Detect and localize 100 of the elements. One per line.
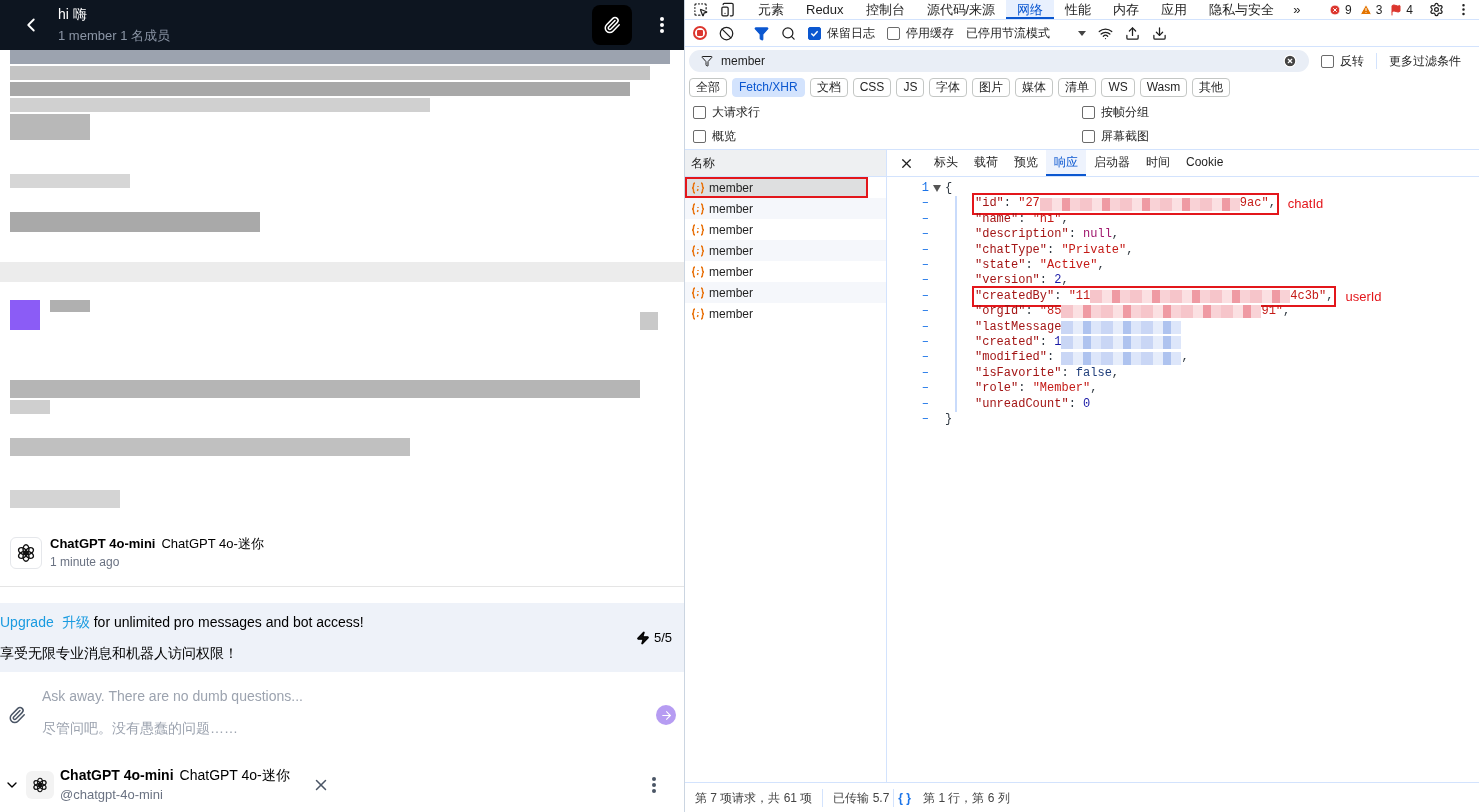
checkbox[interactable] — [693, 129, 706, 143]
knot-logo-icon — [31, 776, 49, 794]
checkbox[interactable] — [887, 26, 900, 40]
panel-tab[interactable]: Redux — [795, 0, 855, 19]
json-token: "chatType" — [975, 242, 1047, 259]
warning-count[interactable]: 3 — [1375, 0, 1383, 19]
stop-recording-icon[interactable] — [693, 26, 707, 40]
panel-tab[interactable]: 隐私与安全 — [1198, 0, 1286, 19]
request-row[interactable]: member — [685, 282, 886, 303]
json-token: "Active" — [1039, 258, 1098, 274]
network-conditions-icon[interactable] — [1098, 25, 1113, 41]
request-row[interactable]: member — [685, 240, 886, 261]
bolt-icon — [635, 630, 650, 645]
filter-icon[interactable] — [754, 25, 769, 41]
json-token: , — [1181, 350, 1189, 366]
type-filter-chip[interactable]: Fetch/XHR — [732, 77, 805, 97]
checkbox-label: 保留日志 — [827, 25, 875, 42]
json-token: "Member" — [1032, 381, 1091, 397]
detail-tab[interactable]: 载荷 — [966, 150, 1006, 176]
line-number: – — [920, 335, 929, 351]
line-number: – — [920, 196, 929, 212]
device-icon[interactable] — [720, 2, 735, 17]
bot-name: ChatGPT 4o-mini — [60, 767, 174, 785]
json-token: : — [1003, 196, 1012, 212]
type-filter-chip[interactable]: Wasm — [1139, 77, 1188, 97]
type-filter-chip[interactable]: 图片 — [972, 77, 1011, 97]
chat-subtitle: 1 member 1 名成员 — [58, 27, 171, 44]
paperclip-icon — [603, 16, 621, 34]
issue-count[interactable]: 4 — [1406, 0, 1413, 19]
request-name: member — [709, 242, 753, 260]
detail-tab[interactable]: Cookie — [1178, 150, 1232, 176]
detail-tab[interactable]: 标头 — [926, 150, 966, 176]
checkbox[interactable] — [1321, 54, 1334, 68]
json-token: { — [945, 181, 953, 197]
more-tabs-button[interactable]: » — [1285, 0, 1309, 19]
json-token: "orgId" — [975, 304, 1026, 320]
json-token: , — [1326, 288, 1334, 305]
panel-tab[interactable]: 内存 — [1102, 0, 1151, 19]
json-file-icon — [691, 265, 705, 278]
checkbox[interactable] — [808, 26, 821, 40]
attach-icon[interactable] — [8, 706, 26, 724]
request-name: member — [709, 179, 753, 197]
upload-icon[interactable] — [1125, 25, 1140, 41]
type-filter-chip[interactable]: 其他 — [1192, 77, 1231, 97]
detail-tab[interactable]: 预览 — [1006, 150, 1046, 176]
type-filter-chip[interactable]: 清单 — [1058, 77, 1097, 97]
type-filter-chip[interactable]: 全部 — [689, 77, 727, 97]
panel-tab[interactable]: 元素 — [747, 0, 795, 19]
checkbox[interactable] — [1082, 129, 1095, 143]
json-token: : — [1018, 211, 1027, 228]
error-count[interactable]: 9 — [1344, 0, 1352, 19]
json-token: "unreadCount" — [975, 396, 1069, 413]
json-token: "hi" — [1032, 211, 1062, 228]
panel-tab[interactable]: 网络 — [1006, 0, 1055, 19]
type-filter-chip[interactable]: JS — [896, 77, 925, 97]
panel-tab[interactable]: 应用 — [1150, 0, 1199, 19]
download-icon[interactable] — [1152, 25, 1167, 41]
panel-tab[interactable]: 控制台 — [854, 0, 916, 19]
checkbox[interactable] — [1082, 105, 1095, 119]
json-token: "description" — [975, 227, 1069, 243]
more-icon — [652, 777, 656, 793]
settings-icon[interactable] — [1429, 2, 1444, 17]
request-name: member — [709, 221, 753, 239]
json-token: "state" — [975, 258, 1026, 274]
type-filter-chip[interactable]: 媒体 — [1015, 77, 1054, 97]
inspect-icon[interactable] — [693, 2, 708, 17]
json-token: : — [1039, 273, 1048, 289]
json-token: "11 — [1068, 288, 1091, 305]
more-button[interactable] — [660, 17, 664, 33]
type-filter-chip[interactable]: WS — [1101, 77, 1135, 97]
detail-tab[interactable]: 响应 — [1046, 150, 1086, 176]
line-number: – — [920, 288, 929, 305]
json-token: , — [1061, 211, 1069, 228]
clear-filter-icon[interactable] — [1283, 54, 1297, 68]
search-icon[interactable] — [781, 25, 796, 41]
json-file-icon — [691, 244, 705, 257]
more-button[interactable] — [652, 777, 656, 793]
request-row[interactable]: member — [685, 177, 868, 198]
filter-field[interactable]: member — [689, 50, 1309, 72]
filter-icon — [701, 55, 713, 67]
pretty-print-button[interactable]: { } — [893, 788, 916, 807]
more-filters-button[interactable]: 更多过滤条件 — [1389, 52, 1461, 70]
line-number: – — [920, 304, 929, 320]
type-filter-chip[interactable]: 文档 — [809, 77, 848, 97]
checkbox[interactable] — [693, 105, 706, 119]
attach-button[interactable] — [592, 5, 632, 45]
detail-tab[interactable]: 启动器 — [1086, 150, 1138, 176]
clear-icon[interactable] — [719, 25, 734, 41]
type-filter-chip[interactable]: CSS — [852, 77, 892, 97]
json-file-icon — [691, 202, 705, 215]
check-icon — [810, 28, 819, 38]
json-token: 4c3b" — [1290, 288, 1327, 305]
detail-tab[interactable]: 时间 — [1138, 150, 1178, 176]
expand-toggle-icon[interactable] — [933, 185, 941, 193]
throttling-dropdown[interactable]: 已停用节流模式 — [966, 24, 1086, 42]
request-row[interactable]: member — [685, 198, 886, 219]
panel-tab[interactable]: 源代码/来源 — [915, 0, 1007, 19]
type-filter-chip[interactable]: 字体 — [929, 77, 968, 97]
line-number: – — [920, 319, 929, 336]
panel-tab[interactable]: 性能 — [1054, 0, 1103, 19]
